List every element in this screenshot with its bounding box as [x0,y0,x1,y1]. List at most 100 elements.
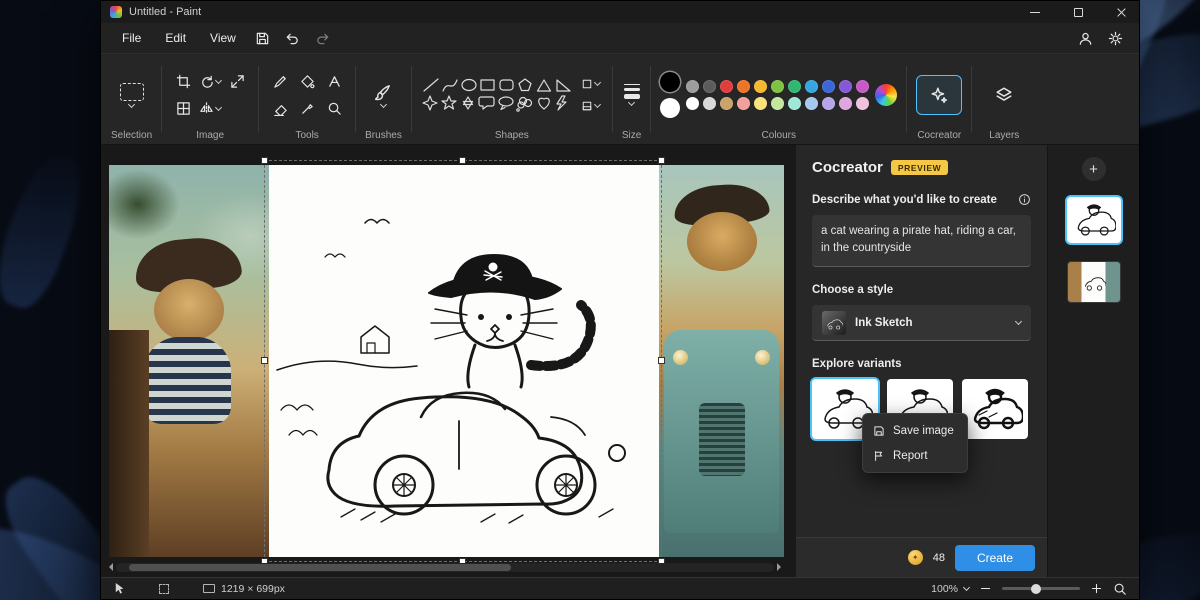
layers-icon [995,86,1013,104]
zoom-in-icon[interactable] [1090,582,1103,595]
colour-swatch[interactable] [754,80,767,93]
pencil-button[interactable] [268,69,292,93]
preview-badge: PREVIEW [891,160,948,175]
zoom-level-dropdown[interactable]: 100% [931,583,969,595]
colour-swatch[interactable] [839,97,852,110]
style-select[interactable]: Ink Sketch [812,305,1031,341]
add-layer-button[interactable]: + [1082,157,1106,181]
menu-edit[interactable]: Edit [154,27,197,49]
menu-item-label: Save image [893,425,954,437]
colour-swatch[interactable] [703,97,716,110]
colour-swatch[interactable] [703,80,716,93]
scrollbar-thumb[interactable] [129,564,511,571]
colour-swatch[interactable] [856,97,869,110]
prompt-input[interactable]: a cat wearing a pirate hat, riding a car… [812,215,1031,267]
canvas-options-button[interactable] [171,96,195,120]
layer-thumbnail-1[interactable] [1067,197,1121,243]
pencil-icon [273,74,288,89]
chevron-down-icon [128,100,135,107]
undo-button[interactable] [279,26,307,50]
colour-swatch[interactable] [754,97,767,110]
group-colours: Colours [652,54,905,144]
colour-swatch[interactable] [737,80,750,93]
selection-handle[interactable] [658,357,665,364]
colour-swatch[interactable] [856,80,869,93]
colour-wheel-button[interactable] [875,84,897,106]
zoom-out-icon[interactable] [979,582,992,595]
colour-swatch[interactable] [686,80,699,93]
text-button[interactable] [322,69,346,93]
selection-marquee[interactable] [264,160,662,562]
colour-swatch[interactable] [805,80,818,93]
menu-view[interactable]: View [199,27,247,49]
close-button[interactable] [1103,1,1139,23]
brushes-button[interactable] [374,83,392,107]
size-button[interactable] [624,84,640,106]
cocreator-footer: ✦ 48 Create [796,537,1047,577]
minimize-button[interactable] [1017,1,1053,23]
title-bar: Untitled - Paint [101,1,1139,23]
scroll-right-arrow[interactable] [777,563,785,571]
account-button[interactable] [1071,26,1099,50]
prompt-label: Describe what you'd like to create [812,194,997,206]
menu-file[interactable]: File [111,27,152,49]
maximize-button[interactable] [1060,1,1096,23]
colour-swatch[interactable] [720,80,733,93]
fill-button[interactable] [295,69,319,93]
resize-button[interactable] [225,69,249,93]
colour-swatch[interactable] [737,97,750,110]
group-layers: Layers [973,54,1035,144]
flip-button[interactable] [198,96,222,120]
colour-swatch[interactable] [788,97,801,110]
shapes-grid[interactable] [421,76,573,114]
redo-button[interactable] [309,26,337,50]
cocreator-button[interactable] [916,75,962,115]
selection-handle[interactable] [459,157,466,164]
colour-swatch[interactable] [822,80,835,93]
menu-item-report[interactable]: Report [863,443,967,468]
zoom-slider-thumb[interactable] [1031,584,1041,594]
layers-button[interactable] [981,75,1027,115]
chevron-down-icon [1015,318,1022,325]
colour-swatch[interactable] [788,80,801,93]
selection-tool-button[interactable] [120,83,144,107]
color-picker-button[interactable] [295,96,319,120]
colour-palette [686,80,869,110]
colour-swatch[interactable] [720,97,733,110]
magnifier-button[interactable] [322,96,346,120]
cat-shirt-shape [144,337,230,423]
settings-button[interactable] [1101,26,1129,50]
layer-thumbnail-2[interactable] [1067,261,1121,303]
zoom-slider[interactable] [1002,587,1080,590]
colour-swatch[interactable] [771,97,784,110]
scrollbar-track[interactable] [116,563,774,572]
scroll-left-arrow[interactable] [105,563,113,571]
selection-handle[interactable] [658,157,665,164]
shape-outline-button[interactable] [579,76,603,92]
menu-item-label: Report [893,450,928,462]
colour-swatch[interactable] [805,97,818,110]
save-button[interactable] [249,26,277,50]
rotate-button[interactable] [198,69,222,93]
canvas[interactable] [109,165,784,557]
variant-thumbnail-3[interactable] [962,379,1028,439]
shape-fill-button[interactable] [579,98,603,114]
menu-bar: File Edit View [101,23,1139,53]
resize-icon [230,74,245,89]
background-colour-swatch[interactable] [660,98,680,118]
zoom-fit-icon[interactable] [1113,582,1127,596]
menu-item-save-image[interactable]: Save image [863,418,967,443]
info-icon[interactable] [1018,193,1031,206]
colour-swatch[interactable] [771,80,784,93]
foreground-colour-swatch[interactable] [660,72,680,92]
horizontal-scrollbar[interactable] [105,561,785,573]
eraser-button[interactable] [268,96,292,120]
colour-swatch[interactable] [686,97,699,110]
colour-swatch[interactable] [839,80,852,93]
selection-handle[interactable] [261,357,268,364]
crop-button[interactable] [171,69,195,93]
style-thumbnail [822,311,846,335]
colour-swatch[interactable] [822,97,835,110]
selection-handle[interactable] [261,157,268,164]
create-button[interactable]: Create [955,545,1035,571]
